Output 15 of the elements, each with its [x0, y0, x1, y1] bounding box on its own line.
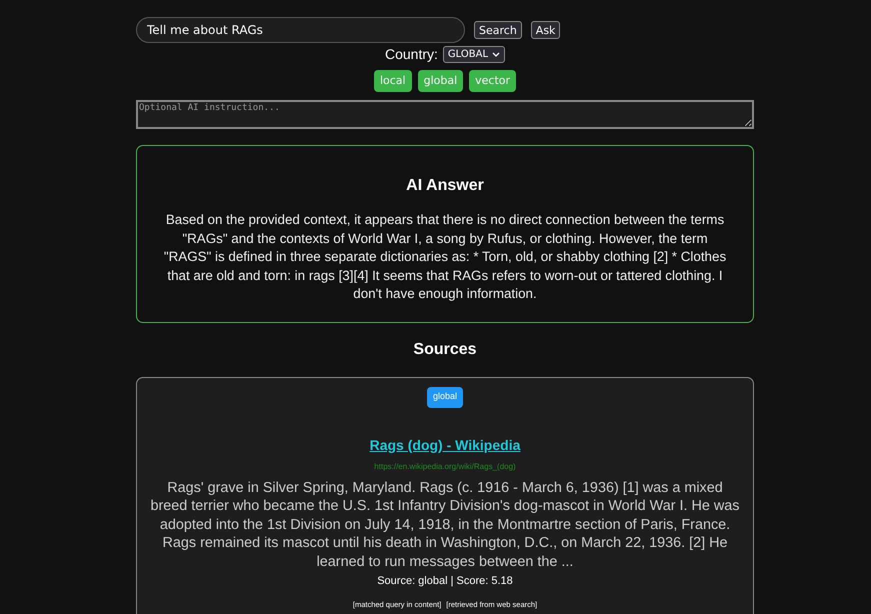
country-select[interactable]: GLOBAL — [442, 46, 506, 63]
sources-title: Sources — [412, 340, 478, 360]
search-button[interactable]: Ask — [530, 21, 560, 39]
chevron-down-icon — [492, 52, 500, 58]
search-button[interactable]: Search — [474, 21, 522, 39]
source-badge: global — [426, 386, 464, 408]
answer-title: AI Answer — [406, 176, 484, 196]
source-meta: Source: global | Score: 5.18 — [377, 574, 513, 589]
source-link[interactable]: Rags (dog) - Wikipedia — [370, 434, 520, 456]
search-field[interactable]: Tell me about RAGs — [136, 17, 465, 43]
country-label: Country: — [384, 45, 438, 64]
instruction-field[interactable]: Optional AI instruction... — [136, 100, 754, 129]
source-snippet: Rags' grave in Silver Spring, Maryland. Rags (c. 1916 - March 6, 1936) [1] was a mixed breed terrier who became the U.S. 1st Infantry Division's dog-mascot in World War I. He was adopted into the 1st Division on July 14, 1918, in the Montmartre section of Paris, France. Rags remained its mascot until his death in Washington, D.C., on March 22, 1936. [2] He learned to run messages between the ... — [150, 478, 740, 571]
source-url: https://en.wikipedia.org/wiki/Rags_(dog) — [374, 460, 516, 472]
answer-text: Based on the provided context, it appears that there is no direct connection between the terms "RAGs" and the contexts of World War I, a song by Rufus, or clothing. However, the term "RAGS" is defined in three separate dictionaries as: * Torn, old, or shabby clothing [2] * Clothes that are old and torn: in rags [3][4] It seems that RAGs refers to worn-out or tattered clothing. I don't have enough information. — [162, 211, 728, 303]
